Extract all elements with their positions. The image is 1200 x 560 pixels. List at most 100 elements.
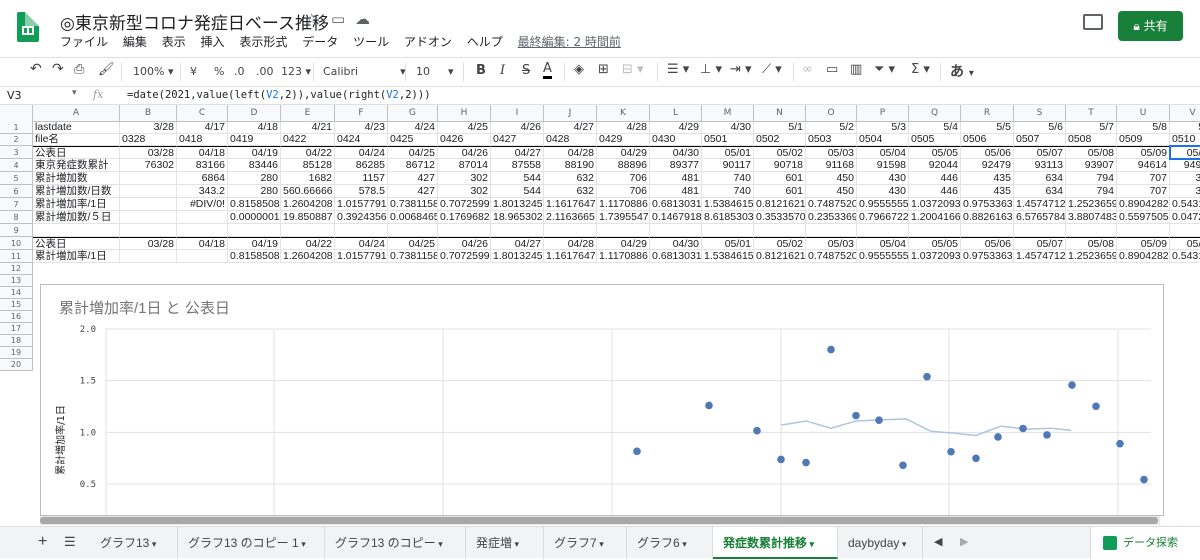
cell-R4[interactable]: 92479 [961,159,1014,172]
cell-M11[interactable]: 1.5384615 [702,250,754,263]
cell-A1[interactable]: lastdate [33,122,120,134]
cell-S7[interactable]: 1.4574712 [1014,198,1066,211]
cell-N7[interactable]: 0.8121621 [754,198,806,211]
menu-view[interactable]: 表示 [162,35,186,49]
comment-icon[interactable] [1083,14,1103,30]
cell-K9[interactable] [597,224,650,237]
redo-icon[interactable]: ↷ [52,61,64,77]
cell-U11[interactable]: 0.8904282 [1117,250,1170,263]
row-header[interactable]: 12 [0,263,33,275]
cell-L7[interactable]: 0.6813031 [650,198,702,211]
cell-A4[interactable]: 東京発症数累計 [33,159,120,172]
cell-K1[interactable]: 4/28 [597,122,650,134]
cell-E7[interactable]: 1.2604208 [281,198,335,211]
cell-V6[interactable]: 384 [1170,185,1200,198]
cell-B6[interactable] [120,185,177,198]
borders-icon[interactable]: ⊞ [598,62,609,77]
cell-F2[interactable]: 0424 [335,134,388,146]
cell-C1[interactable]: 4/17 [177,122,228,134]
cell-F10[interactable]: 04/24 [335,237,388,250]
cell-U1[interactable]: 5/8 [1117,122,1170,134]
cell-I2[interactable]: 0427 [491,134,544,146]
column-header-K[interactable]: K [597,105,650,122]
zoom-select[interactable]: 100% ▾ [133,65,173,78]
cell-L6[interactable]: 481 [650,185,702,198]
cell-U2[interactable]: 0509 [1117,134,1170,146]
add-sheet-icon[interactable]: + [38,533,47,551]
cell-K4[interactable]: 88896 [597,159,650,172]
cell-T2[interactable]: 0508 [1066,134,1117,146]
cell-J4[interactable]: 88190 [544,159,597,172]
percent-button[interactable]: % [214,65,224,78]
cell-O10[interactable]: 05/03 [806,237,857,250]
all-sheets-icon[interactable]: ☰ [64,534,76,550]
cell-G1[interactable]: 4/24 [388,122,438,134]
column-header-T[interactable]: T [1066,105,1117,122]
cell-F9[interactable] [335,224,388,237]
cell-C9[interactable] [177,224,228,237]
cell-J10[interactable]: 04/28 [544,237,597,250]
cell-M8[interactable]: 8.6185303 [702,211,754,224]
cell-Q8[interactable]: 1.2004166 [909,211,961,224]
row-header[interactable]: 18 [0,335,33,347]
tab-menu-icon[interactable]: ▾ [299,539,306,549]
cell-K3[interactable]: 04/29 [597,146,650,159]
cell-U3[interactable]: 05/09 [1117,146,1170,159]
row-header[interactable]: 11 [0,250,33,263]
tab-menu-icon[interactable]: ▾ [680,539,687,549]
font-select[interactable]: Calibri ▾ [323,65,406,78]
tab-menu-icon[interactable]: ▾ [899,539,907,549]
cell-D1[interactable]: 4/18 [228,122,281,134]
cell-S4[interactable]: 93113 [1014,159,1066,172]
cell-M2[interactable]: 0501 [702,134,754,146]
tab-menu-icon[interactable]: ▾ [807,539,815,549]
currency-button[interactable]: ¥ [190,65,197,78]
cell-Q6[interactable]: 446 [909,185,961,198]
cell-T8[interactable]: 3.8807483 [1066,211,1117,224]
cell-T5[interactable]: 794 [1066,172,1117,185]
cell-S5[interactable]: 634 [1014,172,1066,185]
cell-E5[interactable]: 1682 [281,172,335,185]
cell-D5[interactable]: 280 [228,172,281,185]
cell-P2[interactable]: 0504 [857,134,909,146]
functions-icon[interactable]: Σ ▾ [911,62,930,77]
row-header[interactable]: 3 [0,146,33,159]
cell-C3[interactable]: 04/18 [177,146,228,159]
cell-A11[interactable]: 累計増加率/1日 [33,250,120,263]
increase-decimal-button[interactable]: .00 [256,65,274,78]
cell-I8[interactable]: 18.965302 [491,211,544,224]
cell-D9[interactable] [228,224,281,237]
text-rotation-icon[interactable]: ⟋ ▾ [762,62,782,77]
cell-F6[interactable]: 578.5 [335,185,388,198]
row-header[interactable]: 2 [0,134,33,146]
cell-H3[interactable]: 04/26 [438,146,491,159]
cell-P9[interactable] [857,224,909,237]
column-header-J[interactable]: J [544,105,597,122]
column-header-B[interactable]: B [120,105,177,122]
cell-N1[interactable]: 5/1 [754,122,806,134]
column-header-E[interactable]: E [281,105,335,122]
cell-T3[interactable]: 05/08 [1066,146,1117,159]
cell-J5[interactable]: 632 [544,172,597,185]
cell-T11[interactable]: 1.2523659 [1066,250,1117,263]
cell-T9[interactable] [1066,224,1117,237]
cell-F8[interactable]: 0.3924356 [335,211,388,224]
cell-L2[interactable]: 0430 [650,134,702,146]
name-box-dropdown-icon[interactable]: ▾ [72,88,77,98]
cell-P5[interactable]: 430 [857,172,909,185]
cell-L1[interactable]: 4/29 [650,122,702,134]
more-formats-select[interactable]: 123 ▾ [281,65,311,78]
column-header-A[interactable]: A [33,105,120,122]
cell-U6[interactable]: 707 [1117,185,1170,198]
sheet-tab[interactable]: グラフ6 ▾ [627,527,713,559]
cell-G6[interactable]: 427 [388,185,438,198]
cell-V1[interactable]: 5/9 [1170,122,1200,134]
cell-B3[interactable]: 03/28 [120,146,177,159]
cell-V4[interactable]: 94998 [1170,159,1200,172]
column-header-M[interactable]: M [702,105,754,122]
horizontal-align-icon[interactable]: ☰ ▾ [667,62,689,77]
cell-N9[interactable] [754,224,806,237]
cell-H2[interactable]: 0426 [438,134,491,146]
strikethrough-button[interactable]: S [522,63,530,78]
cell-C7[interactable]: #DIV/0! [177,198,228,211]
